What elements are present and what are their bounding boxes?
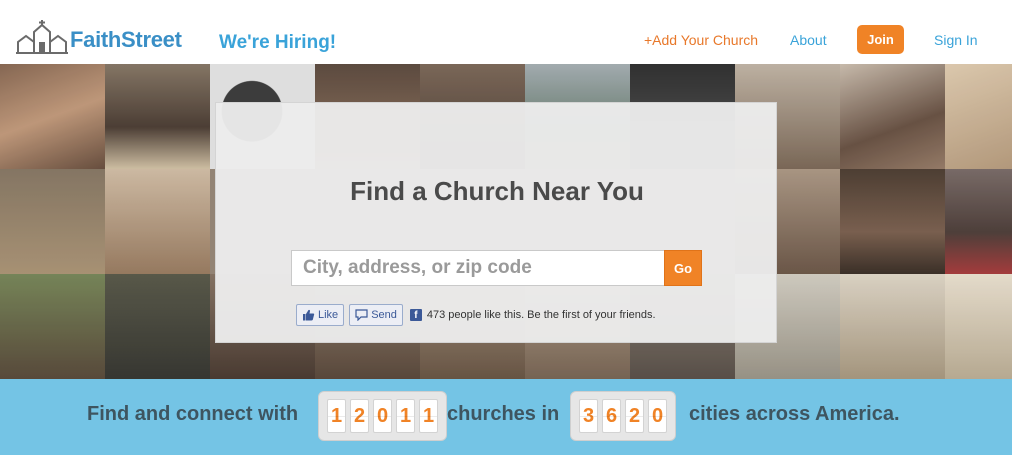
facebook-social-text: 473 people like this. Be the first of yo…	[426, 309, 656, 321]
counter-digit: 2	[350, 399, 369, 433]
facebook-icon: f	[409, 309, 422, 321]
facebook-like-button[interactable]: Like	[296, 304, 345, 326]
site-header: FaithStreet We're Hiring! +Add Your Chur…	[0, 0, 1012, 64]
send-label: Send	[371, 309, 397, 321]
join-button[interactable]: Join	[857, 25, 904, 54]
logo-text: FaithStreet	[70, 27, 182, 52]
counter-digit: 6	[602, 399, 621, 433]
search-input[interactable]: City, address, or zip code	[291, 250, 665, 286]
counter-digit: 1	[419, 399, 438, 433]
church-icon	[16, 20, 68, 54]
facebook-widget: Like Send f 473 people like this. Be the…	[296, 303, 656, 327]
counter-digit: 2	[625, 399, 644, 433]
churches-counter: 1 2 0 1 1	[318, 391, 447, 441]
speech-bubble-icon	[355, 309, 368, 321]
counter-digit: 1	[396, 399, 415, 433]
about-link[interactable]: About	[790, 32, 827, 48]
counter-digit: 0	[648, 399, 667, 433]
counter-digit: 1	[327, 399, 346, 433]
add-church-link[interactable]: +Add Your Church	[644, 32, 758, 48]
facebook-send-button[interactable]: Send	[349, 304, 403, 326]
counter-digit: 3	[579, 399, 598, 433]
like-label: Like	[318, 309, 339, 321]
banner-suffix: cities across America.	[689, 403, 900, 425]
counter-digit: 0	[373, 399, 392, 433]
thumbs-up-icon	[303, 309, 315, 321]
logo[interactable]: FaithStreet	[16, 14, 182, 54]
go-button[interactable]: Go	[664, 250, 702, 286]
stats-banner: Find and connect with 1 2 0 1 1 churches…	[0, 379, 1012, 455]
hiring-link[interactable]: We're Hiring!	[219, 32, 336, 54]
cities-counter: 3 6 2 0	[570, 391, 676, 441]
banner-prefix: Find and connect with	[87, 403, 299, 425]
banner-middle: churches in	[447, 403, 560, 425]
page-title: Find a Church Near You	[350, 176, 644, 206]
sign-in-link[interactable]: Sign In	[934, 32, 978, 48]
search-panel: Find a Church Near You City, address, or…	[215, 102, 777, 343]
